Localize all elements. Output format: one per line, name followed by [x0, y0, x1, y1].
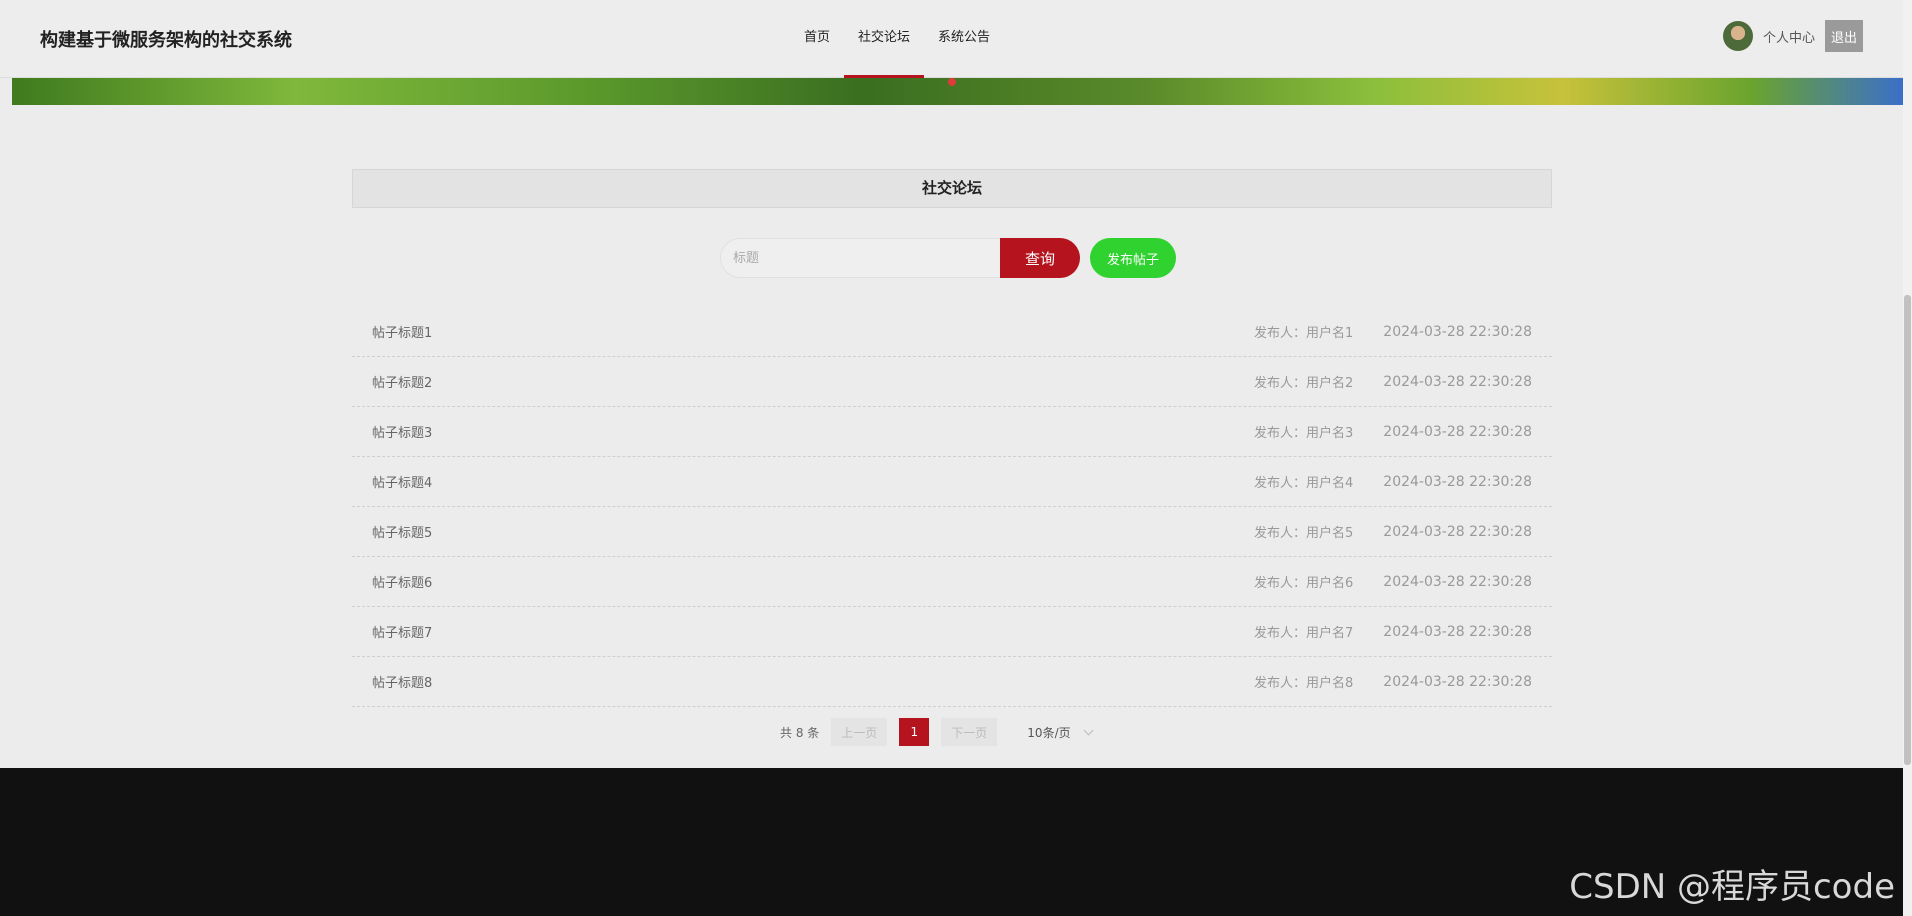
- page-size-value: 10条/页: [1027, 725, 1071, 740]
- search-input[interactable]: [720, 238, 1000, 278]
- page-size-select[interactable]: 10条/页: [1027, 724, 1094, 741]
- pagination: 共 8 条 上一页 1 下一页 10条/页: [780, 718, 1094, 746]
- post-title[interactable]: 帖子标题3: [372, 422, 1254, 441]
- post-title[interactable]: 帖子标题6: [372, 572, 1254, 591]
- post-list: 帖子标题1 发布人：用户名1 2024-03-28 22:30:28 帖子标题2…: [352, 307, 1552, 707]
- list-item[interactable]: 帖子标题5 发布人：用户名5 2024-03-28 22:30:28: [352, 507, 1552, 557]
- total-count: 共 8 条: [780, 725, 820, 740]
- list-item[interactable]: 帖子标题4 发布人：用户名4 2024-03-28 22:30:28: [352, 457, 1552, 507]
- list-item[interactable]: 帖子标题3 发布人：用户名3 2024-03-28 22:30:28: [352, 407, 1552, 457]
- logout-button[interactable]: 退出: [1825, 20, 1863, 52]
- user-center-link[interactable]: 个人中心: [1763, 27, 1815, 46]
- list-item[interactable]: 帖子标题6 发布人：用户名6 2024-03-28 22:30:28: [352, 557, 1552, 607]
- top-header: 构建基于微服务架构的社交系统 首页 社交论坛 系统公告 个人中心 退出: [0, 0, 1903, 78]
- post-time: 2024-03-28 22:30:28: [1383, 673, 1532, 690]
- banner-image: [12, 78, 1903, 105]
- post-author: 发布人：用户名1: [1254, 326, 1354, 341]
- post-time: 2024-03-28 22:30:28: [1383, 473, 1532, 490]
- scrollbar-thumb[interactable]: [1904, 295, 1911, 765]
- post-time: 2024-03-28 22:30:28: [1383, 623, 1532, 640]
- post-time: 2024-03-28 22:30:28: [1383, 323, 1532, 340]
- watermark: CSDN @程序员code: [1569, 867, 1895, 907]
- post-title[interactable]: 帖子标题5: [372, 522, 1254, 541]
- post-title[interactable]: 帖子标题7: [372, 622, 1254, 641]
- post-title[interactable]: 帖子标题4: [372, 472, 1254, 491]
- list-item[interactable]: 帖子标题7 发布人：用户名7 2024-03-28 22:30:28: [352, 607, 1552, 657]
- post-time: 2024-03-28 22:30:28: [1383, 423, 1532, 440]
- section-title: 社交论坛: [352, 169, 1552, 208]
- post-time: 2024-03-28 22:30:28: [1383, 373, 1532, 390]
- nav-home[interactable]: 首页: [790, 0, 844, 78]
- post-time: 2024-03-28 22:30:28: [1383, 573, 1532, 590]
- next-page-button[interactable]: 下一页: [941, 718, 998, 746]
- post-author: 发布人：用户名6: [1254, 576, 1354, 591]
- nav-forum[interactable]: 社交论坛: [844, 0, 925, 78]
- post-author: 发布人：用户名5: [1254, 526, 1354, 541]
- site-title: 构建基于微服务架构的社交系统: [40, 30, 292, 51]
- post-author: 发布人：用户名4: [1254, 476, 1354, 491]
- user-area: 个人中心 退出: [1722, 20, 1863, 52]
- page-scrollbar[interactable]: [1903, 0, 1912, 916]
- post-author: 发布人：用户名7: [1254, 626, 1354, 641]
- post-author: 发布人：用户名2: [1254, 376, 1354, 391]
- post-time: 2024-03-28 22:30:28: [1383, 523, 1532, 540]
- prev-page-button[interactable]: 上一页: [831, 718, 888, 746]
- post-author: 发布人：用户名8: [1254, 676, 1354, 691]
- list-item[interactable]: 帖子标题2 发布人：用户名2 2024-03-28 22:30:28: [352, 357, 1552, 407]
- post-title[interactable]: 帖子标题2: [372, 372, 1254, 391]
- footer: CSDN @程序员code: [0, 768, 1903, 916]
- list-item[interactable]: 帖子标题8 发布人：用户名8 2024-03-28 22:30:28: [352, 657, 1552, 707]
- publish-post-button[interactable]: 发布帖子: [1090, 238, 1176, 278]
- avatar[interactable]: [1722, 21, 1753, 51]
- search-bar: 查询 发布帖子: [720, 238, 1176, 278]
- list-item[interactable]: 帖子标题1 发布人：用户名1 2024-03-28 22:30:28: [352, 307, 1552, 357]
- chevron-down-icon: [1083, 725, 1094, 735]
- page-number-current[interactable]: 1: [899, 718, 930, 746]
- main-nav: 首页 社交论坛 系统公告: [790, 0, 1004, 78]
- carousel-dot[interactable]: [948, 78, 956, 86]
- post-title[interactable]: 帖子标题8: [372, 672, 1254, 691]
- post-author: 发布人：用户名3: [1254, 426, 1354, 441]
- nav-announcements[interactable]: 系统公告: [924, 0, 1004, 78]
- post-title[interactable]: 帖子标题1: [372, 322, 1254, 341]
- search-button[interactable]: 查询: [1000, 238, 1080, 278]
